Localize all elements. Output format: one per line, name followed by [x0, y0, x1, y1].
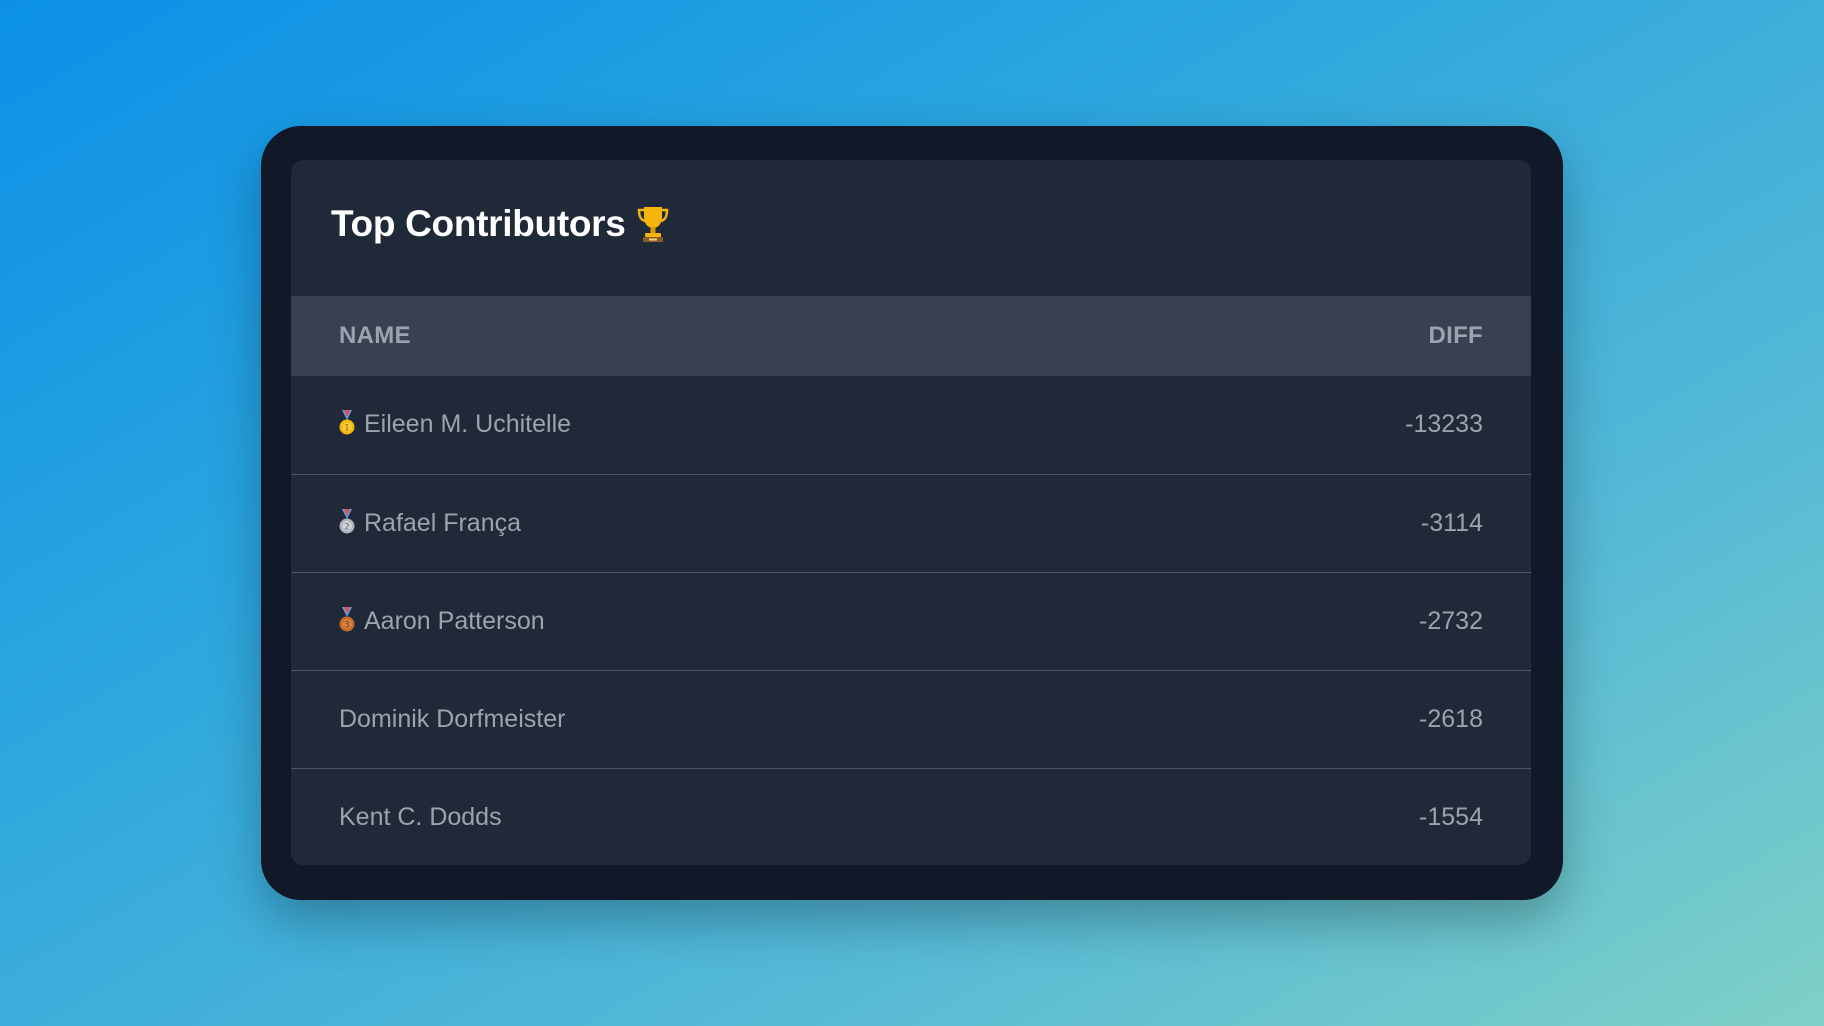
table-row: 2 Rafael França -3114 [291, 474, 1531, 572]
bronze-medal-icon: 3 [339, 606, 355, 631]
contributors-table: NAME DIFF 1 Eileen M. Uchitelle -13233 2… [291, 296, 1531, 865]
svg-text:1: 1 [344, 424, 350, 434]
diff-cell: -2732 [1419, 606, 1483, 635]
name-cell: Dominik Dorfmeister [291, 670, 1101, 768]
diff-cell: -1554 [1419, 802, 1483, 831]
column-header-name: NAME [339, 322, 411, 349]
gold-medal-icon: 1 [339, 410, 355, 435]
contributor-name: Dominik Dorfmeister [339, 704, 566, 733]
name-cell: 3 Aaron Patterson [291, 572, 1101, 670]
table-row: 1 Eileen M. Uchitelle -13233 [291, 376, 1531, 474]
table-row: Dominik Dorfmeister -2618 [291, 670, 1531, 768]
card-header: Top Contributors [291, 160, 1531, 296]
contributor-name: Aaron Patterson [364, 606, 545, 635]
diff-cell: -2618 [1419, 704, 1483, 733]
contributors-card: Top Contributors NAME DIFF 1 Eileen M. U… [291, 160, 1531, 865]
table-row: Kent C. Dodds -1554 [291, 768, 1531, 865]
svg-text:3: 3 [344, 620, 350, 630]
contributor-name: Kent C. Dodds [339, 802, 502, 831]
table-header-row: NAME DIFF [291, 296, 1531, 376]
trophy-icon [637, 207, 668, 242]
diff-cell: -13233 [1405, 410, 1483, 439]
diff-cell: -3114 [1420, 508, 1483, 537]
name-cell: 2 Rafael França [291, 474, 1101, 572]
silver-medal-icon: 2 [339, 508, 355, 533]
contributor-name: Rafael França [364, 508, 522, 537]
column-header-diff: DIFF [1428, 322, 1483, 349]
contributor-name: Eileen M. Uchitelle [364, 410, 572, 439]
name-cell: Kent C. Dodds [291, 768, 1101, 865]
table-row: 3 Aaron Patterson -2732 [291, 572, 1531, 670]
name-cell: 1 Eileen M. Uchitelle [291, 376, 1101, 474]
svg-text:2: 2 [344, 522, 350, 532]
card-frame: Top Contributors NAME DIFF 1 Eileen M. U… [261, 126, 1563, 900]
card-title: Top Contributors [331, 203, 626, 244]
